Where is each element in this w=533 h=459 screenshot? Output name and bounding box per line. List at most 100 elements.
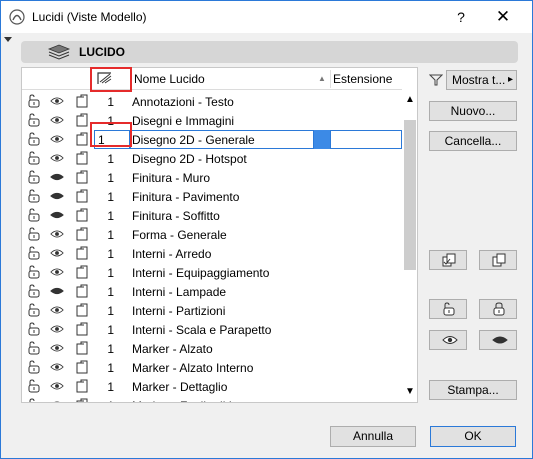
table-row[interactable]: 1 Interni - Scala e Parapetto	[22, 320, 402, 339]
wireframe-page-icon[interactable]	[75, 151, 89, 165]
copy-settings-button[interactable]	[429, 250, 467, 270]
closed-eye-icon[interactable]	[50, 170, 64, 184]
intersection-group-value: 1	[107, 266, 114, 280]
filter-icon[interactable]	[429, 73, 443, 87]
unlocked-padlock-icon[interactable]	[27, 189, 41, 203]
close-button[interactable]: ✕	[491, 7, 515, 27]
wireframe-page-icon[interactable]	[75, 303, 89, 317]
unlocked-padlock-icon[interactable]	[27, 284, 41, 298]
vertical-scrollbar[interactable]: ▲ ▼	[402, 90, 417, 402]
scroll-down-icon[interactable]: ▼	[405, 386, 415, 397]
closed-eye-icon[interactable]	[50, 284, 64, 298]
scroll-thumb[interactable]	[404, 120, 416, 270]
cancel-button[interactable]: Annulla	[330, 426, 416, 447]
layer-name: Marker - Alzato	[132, 342, 213, 356]
open-eye-icon[interactable]	[50, 94, 64, 108]
table-row[interactable]: 1 Interni - Lampade	[22, 282, 402, 301]
unlocked-padlock-icon[interactable]	[27, 303, 41, 317]
unlocked-padlock-icon[interactable]	[27, 265, 41, 279]
wireframe-page-icon[interactable]	[75, 398, 89, 403]
open-eye-icon[interactable]	[50, 341, 64, 355]
unlocked-padlock-icon[interactable]	[27, 208, 41, 222]
intersection-group-value: 1	[107, 171, 114, 185]
unlocked-padlock-icon[interactable]	[27, 151, 41, 165]
table-row[interactable]: 1 Interni - Arredo	[22, 244, 402, 263]
table-row[interactable]: 1 Marker - Dettaglio	[22, 377, 402, 396]
open-eye-icon[interactable]	[50, 303, 64, 317]
open-eye-icon[interactable]	[50, 113, 64, 127]
table-row[interactable]: 1 Annotazioni - Testo	[22, 92, 402, 111]
open-eye-icon[interactable]	[50, 246, 64, 260]
show-all-layers-button[interactable]	[429, 330, 467, 350]
table-row[interactable]: 1 Marker - Alzato Interno	[22, 358, 402, 377]
table-row[interactable]: 1 Finitura - Pavimento	[22, 187, 402, 206]
unlocked-padlock-icon[interactable]	[27, 398, 41, 403]
column-header-name[interactable]: Nome Lucido	[134, 72, 205, 86]
hide-all-layers-button[interactable]	[479, 330, 517, 350]
open-eye-icon[interactable]	[50, 360, 64, 374]
wireframe-page-icon[interactable]	[75, 189, 89, 203]
wireframe-page-icon[interactable]	[75, 132, 89, 146]
new-button[interactable]: Nuovo...	[429, 101, 517, 121]
lock-all-button[interactable]	[479, 299, 517, 319]
unlocked-padlock-icon[interactable]	[27, 227, 41, 241]
table-row[interactable]: 1 Disegno 2D - Hotspot	[22, 149, 402, 168]
closed-eye-icon[interactable]	[50, 208, 64, 222]
intersection-group-value: 1	[107, 304, 114, 318]
open-eye-icon[interactable]	[50, 322, 64, 336]
wireframe-page-icon[interactable]	[75, 113, 89, 127]
open-eye-icon[interactable]	[50, 151, 64, 165]
intersection-group-value: 1	[107, 380, 114, 394]
unlocked-padlock-icon[interactable]	[27, 379, 41, 393]
wireframe-page-icon[interactable]	[75, 322, 89, 336]
wireframe-page-icon[interactable]	[75, 341, 89, 355]
delete-button[interactable]: Cancella...	[429, 131, 517, 151]
table-row[interactable]: 1 Interni - Partizioni	[22, 301, 402, 320]
wireframe-page-icon[interactable]	[75, 94, 89, 108]
unlocked-padlock-icon[interactable]	[27, 132, 41, 146]
show-all-dropdown[interactable]: Mostra t... ▸	[446, 70, 517, 90]
table-row[interactable]: 1 Finitura - Muro	[22, 168, 402, 187]
wireframe-page-icon[interactable]	[75, 170, 89, 184]
table-row[interactable]: 1 Forma - Generale	[22, 225, 402, 244]
layer-name: Marker - Alzato Interno	[132, 361, 254, 375]
intersection-group-value: 1	[107, 361, 114, 375]
unlocked-padlock-icon[interactable]	[27, 341, 41, 355]
table-row[interactable]: 1 Disegno 2D - Generale	[22, 130, 402, 149]
table-row[interactable]: 1 Finitura - Soffitto	[22, 206, 402, 225]
open-eye-icon[interactable]	[50, 265, 64, 279]
lucido-section-header[interactable]: LUCIDO	[21, 41, 518, 63]
table-row[interactable]: 1 Marker - Foglio di Lavoro	[22, 396, 402, 403]
table-row[interactable]: 1 Marker - Alzato	[22, 339, 402, 358]
wireframe-page-icon[interactable]	[75, 360, 89, 374]
table-row[interactable]: 1 Disegni e Immagini	[22, 111, 402, 130]
open-eye-icon[interactable]	[50, 227, 64, 241]
paste-settings-button[interactable]	[479, 250, 517, 270]
extension-field[interactable]	[330, 130, 402, 149]
scroll-up-icon[interactable]: ▲	[405, 94, 415, 105]
table-row[interactable]: 1 Interni - Equipaggiamento	[22, 263, 402, 282]
open-eye-icon[interactable]	[50, 398, 64, 403]
wireframe-page-icon[interactable]	[75, 284, 89, 298]
wireframe-page-icon[interactable]	[75, 227, 89, 241]
unlocked-padlock-icon[interactable]	[27, 94, 41, 108]
print-button[interactable]: Stampa...	[429, 380, 517, 400]
collapse-arrow-icon[interactable]	[4, 37, 12, 42]
lock-column-icon[interactable]	[26, 72, 40, 86]
open-eye-icon[interactable]	[50, 132, 64, 146]
unlocked-padlock-icon[interactable]	[27, 113, 41, 127]
unlocked-padlock-icon[interactable]	[27, 322, 41, 336]
wireframe-page-icon[interactable]	[75, 379, 89, 393]
unlocked-padlock-icon[interactable]	[27, 170, 41, 184]
open-eye-icon[interactable]	[50, 379, 64, 393]
closed-eye-icon[interactable]	[50, 189, 64, 203]
wireframe-page-icon[interactable]	[75, 265, 89, 279]
unlock-all-button[interactable]	[429, 299, 467, 319]
help-button[interactable]: ?	[451, 7, 471, 27]
ok-button[interactable]: OK	[430, 426, 516, 447]
unlocked-padlock-icon[interactable]	[27, 360, 41, 374]
wireframe-page-icon[interactable]	[75, 246, 89, 260]
column-header-extension[interactable]: Estensione	[333, 72, 392, 86]
wireframe-page-icon[interactable]	[75, 208, 89, 222]
unlocked-padlock-icon[interactable]	[27, 246, 41, 260]
